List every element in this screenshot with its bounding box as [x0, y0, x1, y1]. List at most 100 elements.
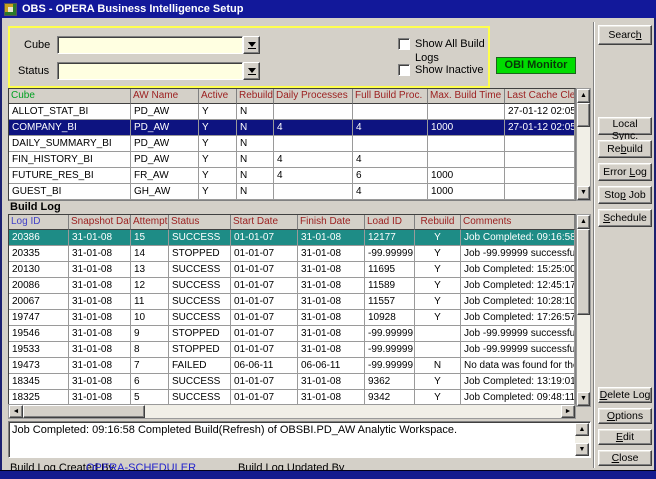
- error-log-button[interactable]: Error Log: [598, 163, 652, 181]
- table-row[interactable]: 1953331-01-088STOPPED01-01-0731-01-08-99…: [9, 342, 575, 358]
- cube-combo-input[interactable]: [57, 36, 243, 54]
- table-cell: 01-01-07: [231, 374, 298, 390]
- build-log-hscrollbar[interactable]: ◄ ►: [8, 404, 576, 419]
- table-row[interactable]: 1974731-01-0810SUCCESS01-01-0731-01-0810…: [9, 310, 575, 326]
- close-button[interactable]: Close: [598, 450, 652, 466]
- scroll-left-button[interactable]: ◄: [9, 405, 23, 418]
- table-row[interactable]: 1834531-01-086SUCCESS01-01-0731-01-08936…: [9, 374, 575, 390]
- table-row[interactable]: 2008631-01-0812SUCCESS01-01-0731-01-0811…: [9, 278, 575, 294]
- status-dropdown-button[interactable]: [243, 62, 260, 80]
- rebuild-button[interactable]: Rebuild: [598, 140, 652, 158]
- table-cell: Y: [199, 104, 237, 120]
- cube-table-vscrollbar[interactable]: ▲ ▼: [576, 88, 591, 201]
- column-header: Full Build Proc.: [353, 89, 428, 104]
- build-log-table: Log IDSnapshot DateAttemptStatusStart Da…: [8, 214, 576, 407]
- build-log-title: Build Log: [10, 201, 61, 213]
- table-cell: 31-01-08: [69, 262, 131, 278]
- table-cell: -99.99999: [365, 358, 415, 374]
- table-cell: [505, 152, 575, 168]
- message-text: Job Completed: 09:16:58 Completed Build(…: [12, 424, 572, 436]
- scroll-thumb[interactable]: [577, 103, 590, 127]
- show-all-build-logs-checkbox[interactable]: [398, 38, 410, 50]
- column-header: Max. Build Time: [428, 89, 505, 104]
- status-label: Status: [18, 64, 49, 78]
- table-row[interactable]: DAILY_SUMMARY_BIPD_AWYN: [9, 136, 575, 152]
- table-row[interactable]: FIN_HISTORY_BIPD_AWYN44: [9, 152, 575, 168]
- table-cell: 01-01-07: [231, 342, 298, 358]
- table-cell: Y: [415, 374, 461, 390]
- table-cell: 31-01-08: [298, 230, 365, 246]
- scroll-down-button[interactable]: ▼: [577, 392, 590, 406]
- scroll-thumb[interactable]: [23, 405, 145, 418]
- table-cell: 4: [353, 120, 428, 136]
- table-row[interactable]: ALLOT_STAT_BIPD_AWYN27-01-12 02:05 PM: [9, 104, 575, 120]
- edit-button[interactable]: Edit: [598, 429, 652, 445]
- table-cell: Job Completed: 09:16:58 C: [461, 230, 575, 246]
- scroll-down-button[interactable]: ▼: [577, 186, 590, 200]
- column-header: Snapshot Date: [69, 215, 131, 230]
- table-row[interactable]: 2033531-01-0814STOPPED01-01-0731-01-08-9…: [9, 246, 575, 262]
- table-cell: 1000: [428, 120, 505, 136]
- dropdown-arrow-icon: [248, 68, 256, 73]
- cube-dropdown-button[interactable]: [243, 36, 260, 54]
- table-cell: 6: [131, 374, 169, 390]
- build-log-vscrollbar[interactable]: ▲ ▼: [576, 214, 591, 407]
- table-cell: 4: [353, 184, 428, 200]
- table-cell: [428, 136, 505, 152]
- table-cell: SUCCESS: [169, 278, 231, 294]
- table-cell: FR_AW: [131, 168, 199, 184]
- panel-divider: [593, 22, 595, 468]
- table-row[interactable]: 2006731-01-0811SUCCESS01-01-0731-01-0811…: [9, 294, 575, 310]
- window-title: OBS - OPERA Business Intelligence Setup: [22, 3, 243, 15]
- scroll-up-button[interactable]: ▲: [575, 423, 589, 436]
- table-cell: COMPANY_BI: [9, 120, 131, 136]
- table-cell: 31-01-08: [298, 294, 365, 310]
- table-row[interactable]: 1954631-01-089STOPPED01-01-0731-01-08-99…: [9, 326, 575, 342]
- table-cell: ALLOT_STAT_BI: [9, 104, 131, 120]
- table-cell: 13: [131, 262, 169, 278]
- schedule-button[interactable]: Schedule: [598, 209, 652, 227]
- table-cell: SUCCESS: [169, 374, 231, 390]
- table-cell: 31-01-08: [69, 374, 131, 390]
- table-row[interactable]: 1947331-01-087FAILED06-06-1106-06-11-99.…: [9, 358, 575, 374]
- table-row[interactable]: 2013031-01-0813SUCCESS01-01-0731-01-0811…: [9, 262, 575, 278]
- scroll-up-button[interactable]: ▲: [577, 89, 590, 103]
- table-cell: STOPPED: [169, 342, 231, 358]
- table-row[interactable]: COMPANY_BIPD_AWYN44100027-01-12 02:05 PM: [9, 120, 575, 136]
- table-cell: N: [237, 184, 274, 200]
- table-cell: Job Completed: 17:26:57 C: [461, 310, 575, 326]
- table-cell: 06-06-11: [298, 358, 365, 374]
- table-cell: 11695: [365, 262, 415, 278]
- table-cell: [353, 104, 428, 120]
- scroll-thumb[interactable]: [577, 229, 590, 315]
- scroll-up-button[interactable]: ▲: [577, 215, 590, 229]
- options-button[interactable]: Options: [598, 408, 652, 424]
- column-header: Rebuild: [237, 89, 274, 104]
- message-box[interactable]: Job Completed: 09:16:58 Completed Build(…: [8, 421, 591, 458]
- table-row[interactable]: FUTURE_RES_BIFR_AWYN461000: [9, 168, 575, 184]
- table-row[interactable]: GUEST_BIGH_AWYN41000: [9, 184, 575, 200]
- bottom-button-group: Delete Log Options Edit Close: [598, 387, 652, 466]
- table-cell: 01-01-07: [231, 278, 298, 294]
- scroll-down-button[interactable]: ▼: [575, 443, 589, 456]
- table-cell: 11: [131, 294, 169, 310]
- delete-log-button[interactable]: Delete Log: [598, 387, 652, 403]
- table-cell: 9: [131, 326, 169, 342]
- scroll-right-button[interactable]: ►: [561, 405, 575, 418]
- status-combo-input[interactable]: [57, 62, 243, 80]
- local-sync-button[interactable]: Local Sync.: [598, 117, 652, 135]
- message-vscrollbar[interactable]: ▲ ▼: [575, 423, 589, 456]
- search-button[interactable]: Search: [598, 25, 652, 45]
- table-cell: 31-01-08: [298, 246, 365, 262]
- table-cell: 31-01-08: [298, 278, 365, 294]
- table-cell: 01-01-07: [231, 310, 298, 326]
- obi-monitor-button[interactable]: OBI Monitor: [496, 57, 576, 74]
- table-cell: Job Completed: 10:28:10 C: [461, 294, 575, 310]
- show-inactive-label: Show Inactive: [415, 63, 483, 77]
- table-cell: 31-01-08: [69, 278, 131, 294]
- stop-job-button[interactable]: Stop Job: [598, 186, 652, 204]
- show-inactive-checkbox[interactable]: [398, 64, 410, 76]
- window-bottom-border: [0, 470, 656, 479]
- table-row[interactable]: 2038631-01-0815SUCCESS01-01-0731-01-0812…: [9, 230, 575, 246]
- left-arrow-icon: ◄: [13, 408, 20, 415]
